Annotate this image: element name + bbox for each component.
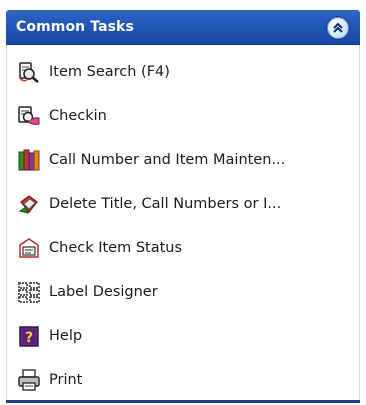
- help-icon: ?: [19, 326, 39, 347]
- task-checkin[interactable]: Checkin: [17, 101, 357, 131]
- checkin-icon: [18, 106, 40, 125]
- task-label: Label Designer: [49, 284, 158, 300]
- task-delete-title[interactable]: Delete Title, Call Numbers or I...: [17, 189, 357, 219]
- task-call-number-item-maintenance[interactable]: Call Number and Item Mainten...: [17, 145, 357, 175]
- books-icon: [18, 149, 40, 171]
- panel-title: Common Tasks: [16, 19, 134, 35]
- task-label-designer[interactable]: Label Designer: [17, 277, 357, 307]
- task-help[interactable]: ? Help: [17, 321, 357, 351]
- collapse-button[interactable]: [326, 16, 350, 40]
- task-label: Delete Title, Call Numbers or I...: [49, 196, 282, 212]
- delete-icon: [18, 195, 38, 214]
- task-label: Check Item Status: [49, 240, 183, 256]
- task-label: Print: [49, 372, 83, 388]
- label-grid-icon: [18, 282, 40, 303]
- panel-bottom-border: [6, 400, 360, 403]
- panel-header: Common Tasks: [6, 10, 360, 45]
- task-check-item-status[interactable]: Check Item Status: [17, 233, 357, 263]
- task-label: Help: [49, 328, 83, 344]
- task-list: Item Search (F4) Checkin Call Number and…: [6, 45, 360, 402]
- printer-icon: [18, 369, 40, 391]
- task-item-search[interactable]: Item Search (F4): [17, 57, 357, 87]
- double-chevron-up-icon: [333, 22, 343, 33]
- item-status-icon: [19, 238, 39, 258]
- svg-text:?: ?: [25, 330, 33, 346]
- task-label: Call Number and Item Mainten...: [49, 152, 286, 168]
- task-label: Checkin: [49, 108, 107, 124]
- common-tasks-panel: Common Tasks Item Search (F4) Checkin Ca…: [6, 10, 360, 403]
- item-search-icon: [19, 62, 39, 83]
- task-label: Item Search (F4): [49, 64, 170, 80]
- task-print[interactable]: Print: [17, 365, 357, 395]
